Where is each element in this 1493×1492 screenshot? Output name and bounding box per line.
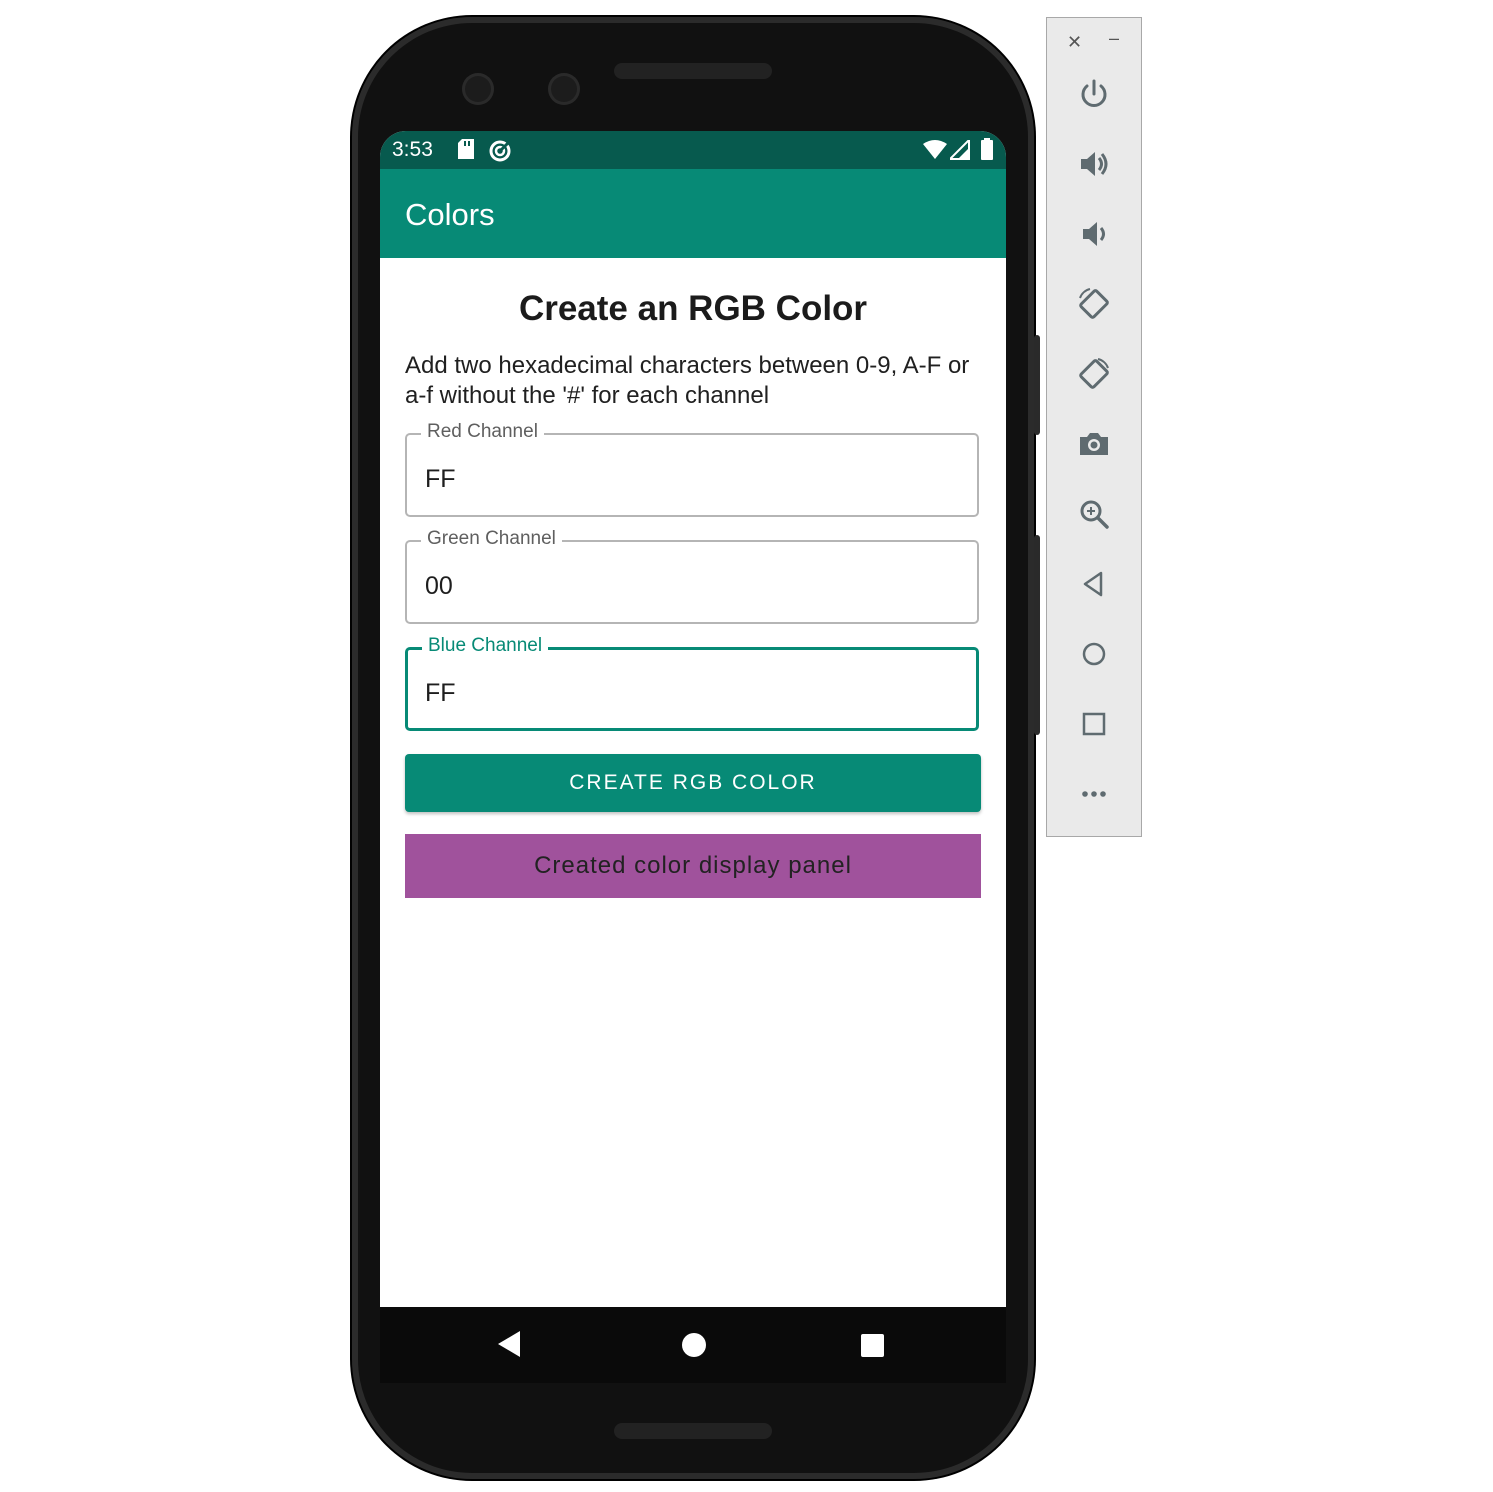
rotate-left-icon[interactable] (1070, 280, 1118, 328)
wifi-icon (923, 140, 947, 165)
status-time: 3:53 (392, 138, 433, 161)
app-bar: Colors (380, 169, 1006, 258)
nav-recents-icon[interactable] (861, 1334, 884, 1357)
cell-signal-icon (947, 137, 970, 165)
power-icon[interactable] (1070, 70, 1118, 118)
color-display-panel: Created color display panel (405, 834, 981, 898)
sync-icon (488, 139, 512, 168)
create-rgb-color-button[interactable]: CREATE RGB COLOR (405, 754, 981, 812)
blue-channel-value[interactable]: FF (425, 679, 456, 708)
more-icon[interactable] (1070, 770, 1118, 818)
bottom-speaker (614, 1423, 772, 1439)
overview-icon[interactable] (1070, 700, 1118, 748)
side-button-power (1034, 335, 1040, 435)
nav-home-icon[interactable] (682, 1333, 706, 1357)
close-icon[interactable]: ✕ (1067, 32, 1082, 53)
zoom-icon[interactable] (1070, 490, 1118, 538)
status-bar: 3:53 (380, 131, 1006, 169)
device-screen: 3:53 Colors Create an RGB Color Add two … (380, 131, 1006, 1307)
blue-channel-field[interactable]: Blue Channel FF (405, 635, 979, 731)
emulator-toolbar: ✕ – (1046, 17, 1142, 837)
side-button-volume (1034, 535, 1040, 735)
front-sensor (548, 73, 580, 105)
front-camera (462, 73, 494, 105)
system-nav-bar (380, 1307, 1006, 1383)
rotate-right-icon[interactable] (1070, 350, 1118, 398)
red-channel-value[interactable]: FF (425, 465, 456, 494)
green-channel-label: Green Channel (421, 528, 562, 550)
battery-icon (981, 138, 993, 165)
earpiece-speaker (614, 63, 772, 79)
minimize-icon[interactable]: – (1109, 28, 1119, 49)
green-channel-field[interactable]: Green Channel 00 (405, 528, 979, 624)
nav-back-icon[interactable] (498, 1331, 520, 1357)
camera-icon[interactable] (1070, 420, 1118, 468)
back-icon[interactable] (1070, 560, 1118, 608)
volume-down-icon[interactable] (1070, 210, 1118, 258)
instructions-text: Add two hexadecimal characters between 0… (405, 352, 970, 409)
app-title: Colors (405, 197, 495, 232)
sd-card-icon (458, 139, 474, 164)
blue-channel-label: Blue Channel (422, 635, 549, 657)
home-icon[interactable] (1070, 630, 1118, 678)
red-channel-label: Red Channel (421, 421, 544, 443)
green-channel-value[interactable]: 00 (425, 572, 453, 601)
page-heading: Create an RGB Color (518, 289, 868, 328)
red-channel-field[interactable]: Red Channel FF (405, 421, 979, 517)
volume-up-icon[interactable] (1070, 140, 1118, 188)
